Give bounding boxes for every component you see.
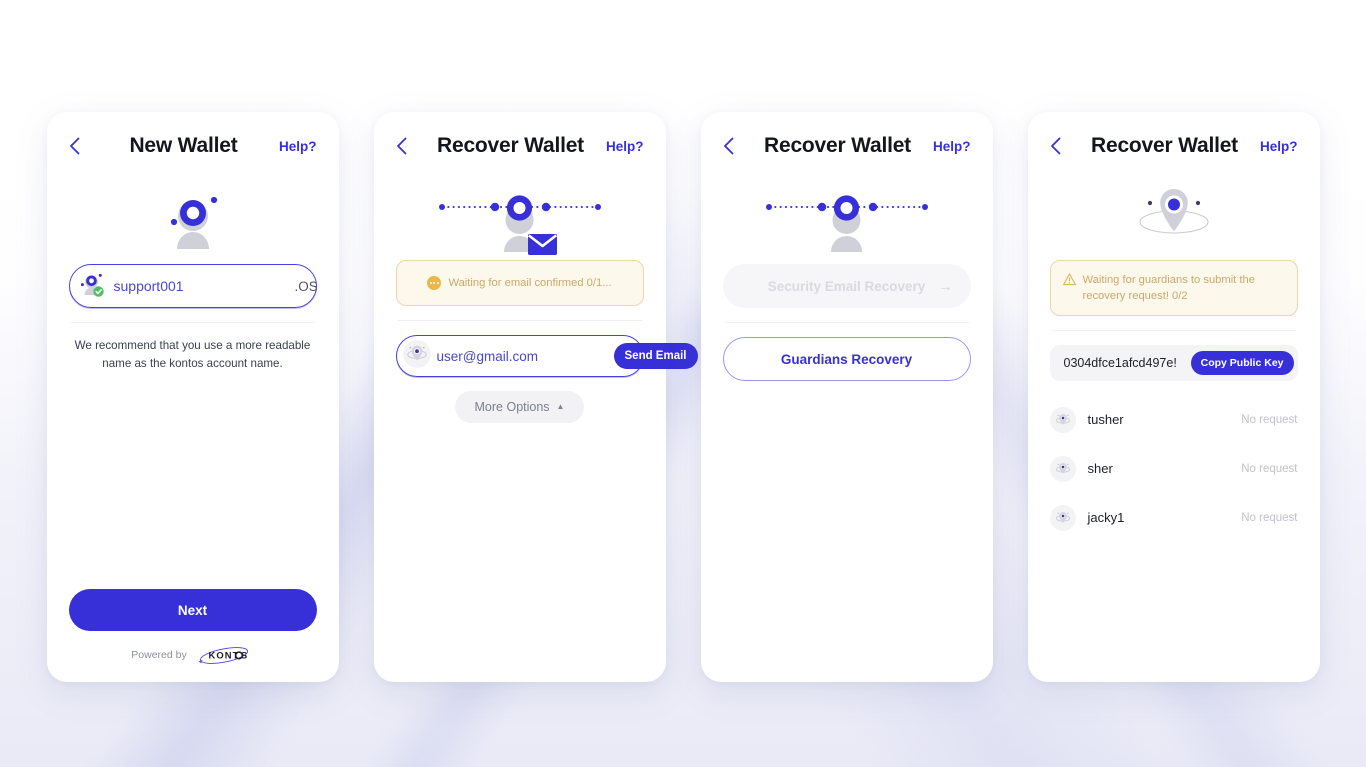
help-link[interactable]: Help? <box>602 139 644 154</box>
panel-header: Recover Wallet Help? <box>723 112 971 174</box>
illustration-avatar-envelope <box>396 178 644 260</box>
back-button[interactable] <box>396 132 420 160</box>
notice-text: Waiting for guardians to submit the reco… <box>1082 274 1255 303</box>
divider <box>1051 330 1296 332</box>
recommendation-hint: We recommend that you use a more readabl… <box>74 339 311 370</box>
chevron-left-icon <box>723 137 734 155</box>
chevron-left-icon <box>396 137 407 155</box>
account-name-field[interactable]: .OS <box>68 264 318 308</box>
warning-triangle-icon <box>1062 273 1076 291</box>
caret-up-icon: ▲ <box>556 402 565 411</box>
kontos-pin-icon <box>1049 504 1076 531</box>
guardian-name: jacky1 <box>1087 510 1125 526</box>
account-name-suffix: .OS <box>294 278 318 294</box>
guardians-recovery-button[interactable]: Guardians Recovery <box>722 337 971 381</box>
panel-header: Recover Wallet Help? <box>396 112 644 174</box>
guardians-waiting-notice: Waiting for guardians to submit the reco… <box>1049 260 1298 317</box>
divider <box>70 322 315 323</box>
panel-recover-guardians: Recover Wallet Help? Waiting for guardia… <box>1027 112 1320 682</box>
back-button[interactable] <box>69 132 93 160</box>
kontos-pin-icon <box>1049 406 1076 433</box>
more-options-button[interactable]: More Options ▲ <box>454 391 585 423</box>
guardian-status: No request <box>1241 413 1298 426</box>
list-item[interactable]: jacky1 No request <box>1049 493 1298 542</box>
avatar-verified-icon <box>78 269 108 304</box>
email-field[interactable]: Send Email <box>395 335 698 377</box>
arrow-right-icon: → <box>938 278 953 294</box>
avatar-orbit-icon <box>170 196 217 249</box>
back-button[interactable] <box>1050 132 1074 160</box>
guardian-status: No request <box>1241 511 1298 524</box>
illustration-avatar-network <box>723 178 971 260</box>
divider <box>724 322 969 323</box>
send-email-button[interactable]: Send Email <box>613 343 698 369</box>
chevron-left-icon <box>69 137 80 155</box>
copy-public-key-button[interactable]: Copy Public Key <box>1190 351 1294 376</box>
divider <box>397 320 642 321</box>
page-title: New Wallet <box>129 134 238 157</box>
page-title: Recover Wallet <box>1091 134 1238 157</box>
public-key-row: 0304dfce1afcd497e! Copy Public Key <box>1049 345 1298 382</box>
page-title: Recover Wallet <box>764 134 911 157</box>
next-button[interactable]: Next <box>68 589 317 631</box>
powered-by-label: Powered by <box>131 649 187 661</box>
avatar-envelope-network-icon <box>438 195 601 255</box>
more-options-label: More Options <box>474 400 550 414</box>
shield-pin-orbit-icon <box>1138 189 1209 234</box>
kontos-logo-icon: KONT S <box>194 646 254 664</box>
notice-text: Waiting for email confirmed 0/1... <box>448 276 612 289</box>
guardian-status: No request <box>1241 462 1298 475</box>
panel-stage: New Wallet Help? support001 .OS We recom… <box>0 0 1366 767</box>
panel-recover-choose: Recover Wallet Help? Security Email Reco… <box>700 112 993 682</box>
kontos-pin-icon <box>1049 455 1076 482</box>
public-key-value: 0304dfce1afcd497e! <box>1063 356 1177 371</box>
panel-header: New Wallet Help? <box>69 112 317 174</box>
security-email-recovery-button[interactable]: Security Email Recovery → <box>722 264 971 308</box>
help-link[interactable]: Help? <box>1256 139 1298 154</box>
guardian-name: sher <box>1087 461 1113 477</box>
illustration-shield-pin <box>1050 178 1298 260</box>
page-title: Recover Wallet <box>437 134 584 157</box>
kontos-pin-icon <box>402 339 431 373</box>
security-email-recovery-label: Security Email Recovery <box>767 278 926 294</box>
svg-text:KONT: KONT <box>208 650 239 661</box>
chevron-left-icon <box>1050 137 1061 155</box>
panel-recover-email: Recover Wallet Help? Waiting for email c… <box>373 112 698 682</box>
panel-new-wallet: New Wallet Help? support001 .OS We recom… <box>46 112 339 682</box>
pending-dots-icon <box>427 276 442 290</box>
email-waiting-notice: Waiting for email confirmed 0/1... <box>395 260 644 306</box>
email-input[interactable] <box>436 348 614 364</box>
panel-header: Recover Wallet Help? <box>1050 112 1298 174</box>
guardian-name: tusher <box>1087 412 1124 428</box>
list-item[interactable]: tusher No request <box>1049 395 1298 444</box>
help-link[interactable]: Help? <box>929 139 971 154</box>
panel-footer: Next Powered by KONT S <box>68 589 317 682</box>
guardian-list: tusher No request sher No request jacky1… <box>1049 395 1298 542</box>
powered-by: Powered by KONT S <box>69 646 317 664</box>
account-name-input[interactable] <box>113 278 295 294</box>
avatar-network-icon <box>765 195 928 252</box>
back-button[interactable] <box>723 132 747 160</box>
list-item[interactable]: sher No request <box>1049 444 1298 493</box>
help-link[interactable]: Help? <box>275 139 317 154</box>
illustration-avatar-orbit <box>69 178 317 260</box>
